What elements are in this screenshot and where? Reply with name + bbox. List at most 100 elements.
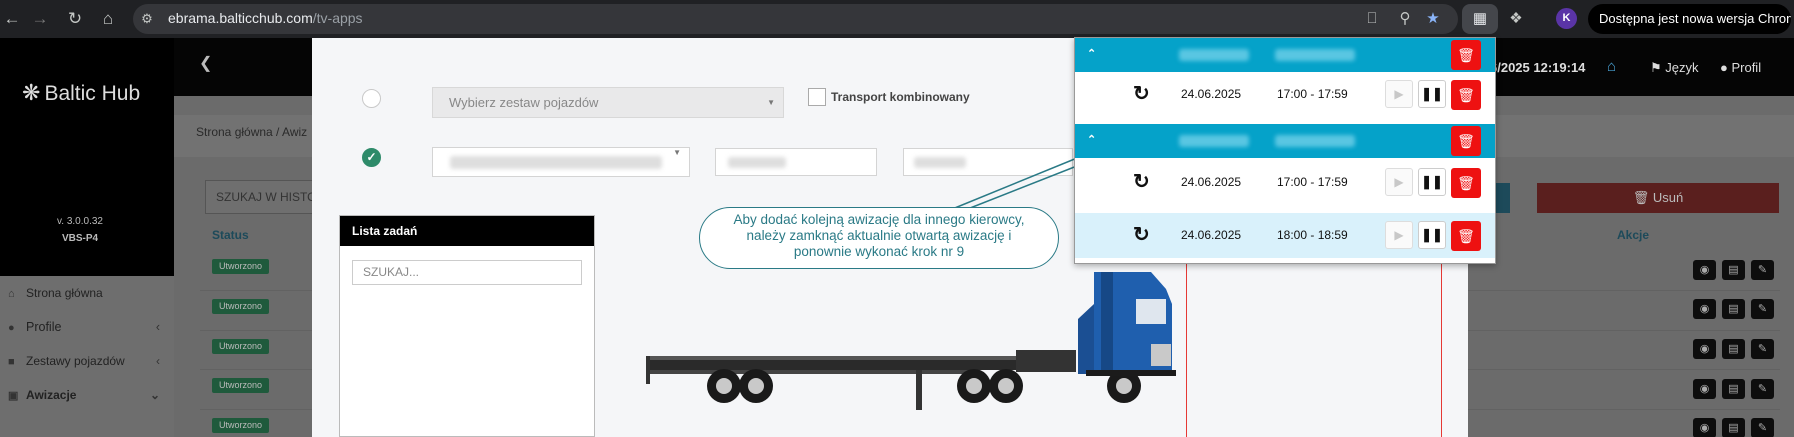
delete-label: Usuń	[1652, 190, 1684, 205]
play-icon: ▶	[1394, 228, 1404, 242]
extensions-icon[interactable]: ❖	[1505, 8, 1527, 30]
trash-icon: 🗑	[1457, 228, 1475, 244]
sync-icon[interactable]: ↻	[1133, 171, 1150, 193]
row-actions: ◉ ▤ ✎	[1693, 379, 1774, 399]
chevron-left-icon: ‹	[155, 320, 160, 334]
delete-notice-button[interactable]: 🗑	[1451, 168, 1481, 198]
back-icon[interactable]: ←	[0, 7, 24, 31]
url-text[interactable]: ebrama.balticchub.com/tv-apps	[168, 10, 363, 26]
sidebar-item-vehicle-sets[interactable]: ■ Zestawy pojazdów ‹	[0, 344, 174, 378]
task-search-input[interactable]: SZUKAJ...	[352, 260, 582, 285]
notice-time: 17:00 - 17:59	[1277, 175, 1348, 189]
home-icon[interactable]: ⌂	[1607, 58, 1616, 75]
delete-notice-button[interactable]: 🗑	[1451, 80, 1481, 110]
eye-icon[interactable]: ◉	[1693, 418, 1716, 437]
history-search-input[interactable]: SZUKAJ W HISTO	[205, 180, 325, 214]
notice-time: 18:00 - 18:59	[1277, 228, 1348, 242]
chrome-update-button[interactable]: Dostępna jest nowa wersja Chrome	[1588, 4, 1791, 34]
site-info-icon[interactable]: ⚙	[136, 8, 158, 30]
pencil-icon[interactable]: ✎	[1751, 339, 1774, 359]
sidebar-item-label: Awizacje	[26, 388, 77, 402]
pdf-icon[interactable]: ▤	[1722, 379, 1745, 399]
play-button[interactable]: ▶	[1385, 80, 1413, 108]
vehicle-set-radio[interactable]	[362, 89, 381, 108]
url-path: /tv-apps	[312, 10, 363, 26]
pause-icon: ❚❚	[1421, 86, 1443, 101]
profile-avatar[interactable]: K	[1556, 8, 1577, 29]
sync-icon[interactable]: ↻	[1133, 83, 1150, 105]
eye-icon[interactable]: ◉	[1693, 299, 1716, 319]
user-icon: ●	[1720, 60, 1732, 75]
sidebar-item-notices[interactable]: ▣ Awizacje ⌄	[0, 378, 174, 412]
trailer-guide-line	[1186, 238, 1187, 437]
home-icon[interactable]: ⌂	[96, 7, 120, 31]
brand-name: Baltic Hub	[44, 82, 141, 105]
pencil-icon[interactable]: ✎	[1751, 299, 1774, 319]
notice-group-header[interactable]: ⌃ 🗑	[1075, 124, 1495, 158]
task-list-title: Lista zadań	[340, 216, 594, 246]
notice-date: 24.06.2025	[1181, 87, 1242, 101]
trash-icon: 🗑	[1457, 133, 1475, 149]
notice-group-header[interactable]: ⌃ 🗑	[1075, 38, 1495, 72]
logo-icon: ❋	[22, 80, 41, 105]
vehicle-set-placeholder: Wybierz zestaw pojazdów	[449, 95, 599, 110]
brand-logo[interactable]: ❋ Baltic Hub	[22, 80, 140, 106]
sidebar-item-profiles[interactable]: ● Profile ‹	[0, 310, 174, 344]
sidebar-toggle-icon[interactable]: ❮	[199, 53, 212, 73]
sidebar-item-label: Zestawy pojazdów	[26, 354, 125, 368]
redacted-value	[450, 156, 662, 169]
language-label: Język	[1665, 60, 1699, 75]
notice-date: 24.06.2025	[1181, 228, 1242, 242]
status-badge: Utworzono	[212, 378, 269, 393]
pencil-icon[interactable]: ✎	[1751, 379, 1774, 399]
browser-toolbar: ← → ↻ ⌂ ⚙ ebrama.balticchub.com/tv-apps …	[0, 0, 1794, 38]
install-icon[interactable]: ⎕	[1361, 8, 1383, 30]
pencil-icon[interactable]: ✎	[1751, 418, 1774, 437]
manual-vehicle-radio[interactable]: ✓	[362, 148, 381, 167]
pause-button[interactable]: ❚❚	[1418, 168, 1446, 196]
app-version: v. 3.0.0.32	[57, 216, 103, 227]
reload-icon[interactable]: ↻	[63, 7, 87, 31]
redacted-value	[728, 157, 786, 168]
pdf-icon[interactable]: ▤	[1722, 299, 1745, 319]
pause-button[interactable]: ❚❚	[1418, 221, 1446, 249]
trash-icon: 🗑	[1457, 175, 1475, 191]
sidebar-item-home[interactable]: ⌂ Strona główna	[0, 276, 174, 310]
profile-label: Profil	[1731, 60, 1762, 75]
bookmark-star-icon[interactable]: ★	[1422, 8, 1444, 30]
callout-line: Aby dodać kolejną awizację dla innego ki…	[733, 212, 1025, 227]
eye-icon[interactable]: ◉	[1693, 379, 1716, 399]
redacted-value	[914, 157, 966, 168]
delete-button[interactable]: 🗑 Usuń	[1537, 183, 1779, 213]
delete-notice-button[interactable]: 🗑	[1451, 221, 1481, 251]
notice-row-selected: ↻ 24.06.2025 18:00 - 18:59 ▶ ❚❚ 🗑	[1075, 213, 1495, 258]
delete-group-button[interactable]: 🗑	[1451, 40, 1481, 70]
combined-transport-checkbox[interactable]	[808, 88, 826, 106]
instruction-callout: Aby dodać kolejną awizację dla innego ki…	[699, 207, 1059, 269]
row-actions: ◉ ▤ ✎	[1693, 299, 1774, 319]
status-badge: Utworzono	[212, 299, 269, 314]
delete-group-button[interactable]: 🗑	[1451, 126, 1481, 156]
pause-button[interactable]: ❚❚	[1418, 80, 1446, 108]
profile-menu[interactable]: ● Profil	[1720, 60, 1761, 75]
language-menu[interactable]: ⚑ Język	[1650, 60, 1699, 76]
pdf-icon[interactable]: ▤	[1722, 260, 1745, 280]
pdf-icon[interactable]: ▤	[1722, 339, 1745, 359]
eye-icon[interactable]: ◉	[1693, 260, 1716, 280]
sync-icon[interactable]: ↻	[1133, 224, 1150, 246]
notice-row: ↻ 24.06.2025 17:00 - 17:59 ▶ ❚❚ 🗑	[1075, 72, 1495, 117]
play-button[interactable]: ▶	[1385, 168, 1413, 196]
zoom-icon[interactable]: ⚲	[1394, 8, 1416, 30]
redacted-value	[1179, 135, 1249, 147]
vehicle-set-select[interactable]: Wybierz zestaw pojazdów ▼	[432, 87, 784, 118]
caret-down-icon: ▼	[767, 98, 775, 107]
breadcrumb[interactable]: Strona główna / Awiz	[196, 125, 307, 139]
pencil-icon[interactable]: ✎	[1751, 260, 1774, 280]
play-icon: ▶	[1394, 175, 1404, 189]
truck-illustration	[646, 272, 1176, 410]
play-button[interactable]: ▶	[1385, 221, 1413, 249]
forward-icon[interactable]: →	[28, 7, 52, 31]
pdf-icon[interactable]: ▤	[1722, 418, 1745, 437]
eye-icon[interactable]: ◉	[1693, 339, 1716, 359]
home-icon: ⌂	[8, 288, 15, 300]
